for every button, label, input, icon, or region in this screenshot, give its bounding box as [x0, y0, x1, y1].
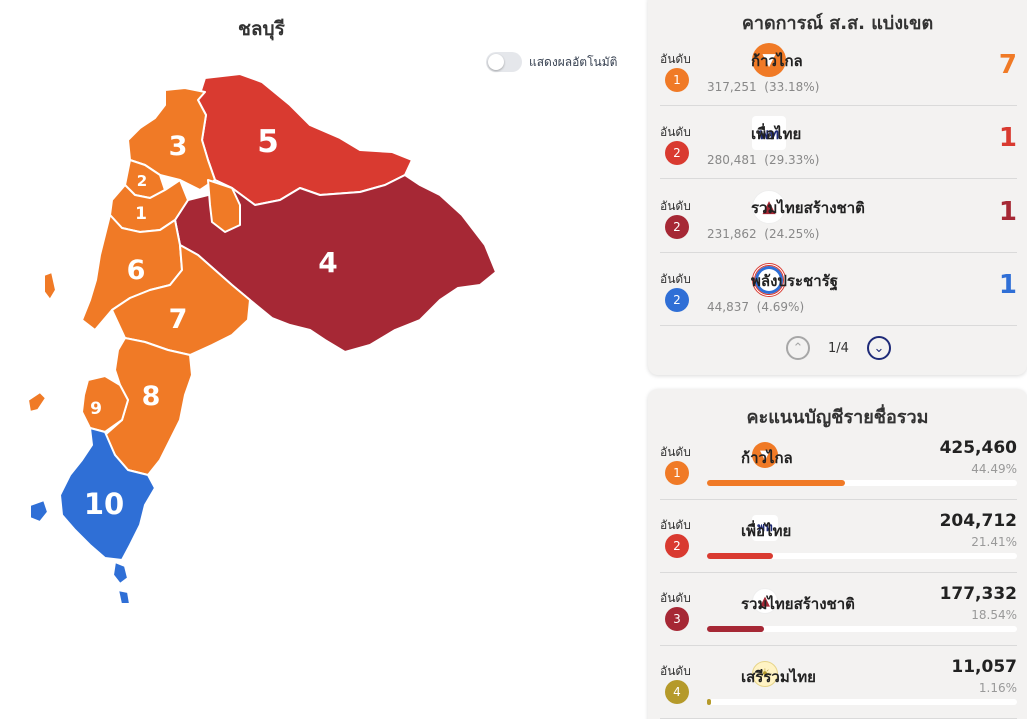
party-name: เสรีรวมไทย [741, 668, 816, 686]
rank-label: อันดับ [660, 272, 691, 286]
district-label-9: 9 [90, 399, 102, 419]
party-votes: 280,481 (29.33%) [707, 153, 820, 167]
rank-label: อันดับ [660, 664, 691, 678]
party-votes: 231,862 (24.25%) [707, 227, 820, 241]
island-south-1 [112, 561, 129, 585]
forecast-pager: ⌃ 1/4 ⌄ [786, 336, 891, 360]
seat-count: 1 [998, 123, 1017, 153]
vote-total: 177,332 [939, 584, 1017, 604]
island-north [43, 271, 57, 301]
vote-total: 11,057 [951, 657, 1017, 677]
vote-share-fill [707, 699, 711, 705]
island-west [27, 391, 47, 413]
district-label-7: 7 [169, 304, 188, 335]
vote-percent: 1.16% [978, 681, 1017, 695]
vote-total: 425,460 [939, 438, 1017, 458]
rank-label: อันดับ [660, 125, 691, 139]
district-label-10: 10 [84, 487, 124, 521]
island-south-2 [117, 589, 131, 605]
party-votes: 317,251 (33.18%) [707, 80, 820, 94]
district-label-8: 8 [142, 381, 161, 412]
rank-label: อันดับ [660, 199, 691, 213]
rank-badge: 2 [665, 534, 689, 558]
district-5[interactable] [197, 73, 413, 206]
rank-label: อันดับ [660, 518, 691, 532]
rank-badge: 3 [665, 607, 689, 631]
rank-badge: 4 [665, 680, 689, 704]
chevron-up-icon: ⌃ [792, 340, 804, 356]
party-name: ก้าวไกล [741, 449, 793, 467]
district-label-5: 5 [257, 124, 279, 160]
partylist-row[interactable]: อันดับ 1 ▼ ก้าวไกล 425,460 44.49% [660, 434, 1017, 500]
party-name: รวมไทยสร้างชาติ [751, 199, 865, 217]
forecast-row[interactable]: อันดับ 2 พลังประชารัฐ 44,837 (4.69%) 1 [660, 260, 1017, 326]
vote-percent: 18.54% [971, 608, 1017, 622]
forecast-row[interactable]: อันดับ 1 ▼ ก้าวไกล 317,251 (33.18%) 7 [660, 40, 1017, 106]
vote-share-bar [707, 480, 1017, 486]
vote-percent: 21.41% [971, 535, 1017, 549]
rank-label: อันดับ [660, 591, 691, 605]
province-title: ชลบุรี [238, 18, 285, 40]
forecast-row[interactable]: อันดับ 2 ▲ รวมไทยสร้างชาติ 231,862 (24.25%) 1 [660, 187, 1017, 253]
party-name: รวมไทยสร้างชาติ [741, 595, 855, 613]
vote-percent: 44.49% [971, 462, 1017, 476]
vote-share-bar [707, 626, 1017, 632]
partylist-row[interactable]: อันดับ 2 พท เพื่อไทย 204,712 21.41% [660, 507, 1017, 573]
party-name: พลังประชารัฐ [751, 272, 838, 290]
chevron-down-icon: ⌄ [873, 340, 885, 356]
seat-count: 7 [998, 50, 1017, 80]
vote-share-bar [707, 553, 1017, 559]
vote-share-fill [707, 553, 774, 559]
seat-count: 1 [998, 197, 1017, 227]
forecast-title: คาดการณ์ ส.ส. แบ่งเขต [741, 13, 934, 34]
district-label-1: 1 [135, 204, 147, 224]
partylist-title: คะแนนบัญชีรายชื่อรวม [746, 407, 929, 428]
rank-badge: 1 [665, 461, 689, 485]
vote-share-bar [707, 699, 1017, 705]
district-label-3: 3 [169, 131, 188, 162]
district-map: 1 2 3 4 5 67 8 9 10 [27, 73, 497, 605]
district-label-2: 2 [137, 172, 147, 190]
forecast-row[interactable]: อันดับ 2 พท เพื่อไทย 280,481 (29.33%) 1 [660, 113, 1017, 179]
partylist-row[interactable]: อันดับ 3 ▲ รวมไทยสร้างชาติ 177,332 18.54% [660, 580, 1017, 646]
seat-count: 1 [998, 270, 1017, 300]
vote-share-fill [707, 626, 765, 632]
party-name: เพื่อไทย [741, 522, 792, 540]
district-label-4: 4 [318, 246, 337, 279]
rank-badge: 1 [665, 68, 689, 92]
island-sichang [29, 499, 49, 523]
page-indicator: 1/4 [828, 340, 849, 356]
party-votes: 44,837 (4.69%) [707, 300, 805, 314]
partylist-row[interactable]: อันดับ 4 ☀ เสรีรวมไทย 11,057 1.16% [660, 653, 1017, 719]
toggle-label: แสดงผลอัตโนมัติ [529, 54, 618, 69]
rank-label: อันดับ [660, 445, 691, 459]
rank-badge: 2 [665, 288, 689, 312]
rank-badge: 2 [665, 215, 689, 239]
page-down-button[interactable]: ⌄ [866, 336, 891, 360]
party-name: เพื่อไทย [751, 125, 802, 143]
page-up-button[interactable]: ⌃ [786, 336, 810, 360]
rank-label: อันดับ [660, 52, 691, 66]
district-label-6: 6 [127, 255, 146, 286]
vote-share-fill [707, 480, 845, 486]
rank-badge: 2 [665, 141, 689, 165]
vote-total: 204,712 [939, 511, 1017, 531]
party-name: ก้าวไกล [751, 52, 803, 70]
